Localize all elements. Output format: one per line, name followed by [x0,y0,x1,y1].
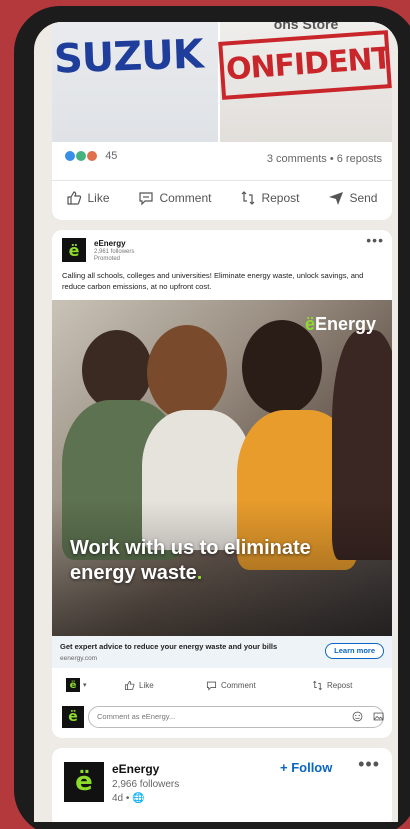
globe-icon: 🌐 [132,793,145,804]
company-meta: 2,961 followers Promoted [94,249,134,263]
like-button[interactable]: Like [124,680,154,691]
send-label: Send [349,190,378,205]
thumbs-up-icon [124,680,135,691]
post-time-text: 4d • [112,793,130,804]
hero-brand-mark: ë [304,314,315,334]
confidential-stamp: ONFIDENTIAL [218,30,392,100]
follow-button[interactable]: + Follow [280,760,332,775]
repost-button[interactable]: Repost [312,680,352,691]
like-button[interactable]: Like [66,190,110,206]
post-image-left[interactable]: SUZUK [52,22,218,142]
follower-count: 2,961 followers [94,249,135,255]
hero-headline-period: . [196,562,203,584]
more-options-icon[interactable]: ••• [366,232,384,248]
comment-tools [352,711,384,722]
comment-icon [206,681,217,691]
student-figure [82,330,152,410]
send-icon [329,191,344,205]
repost-icon [313,680,322,691]
company-name[interactable]: eEnergy [94,239,126,248]
post-time: 4d • 🌐 [112,792,179,806]
comment-input[interactable]: Comment as eEnergy... [88,706,384,728]
hero-brand-text: Energy [314,314,376,334]
comment-row: ë Comment as eEnergy... [52,702,392,732]
send-button[interactable]: Send [328,190,377,206]
repost-label: Repost [327,681,353,690]
reaction-icons[interactable] [64,150,99,163]
phone-screen: SUZUK ons Store ONFIDENTIAL 45 3 comment… [34,22,398,822]
promoted-label: Promoted [94,256,121,262]
post-text: Calling all schools, colleges and univer… [62,271,364,291]
company-name[interactable]: eEnergy [112,762,159,776]
learn-more-button[interactable]: Learn more [325,643,384,659]
reaction-count[interactable]: 45 [105,150,117,162]
company-logo[interactable]: ë [64,762,104,802]
ad-cta-bar[interactable]: Get expert advice to reduce your energy … [52,636,392,668]
post-actions-2: ë ▾ Like Comment Repost [52,674,392,698]
company-card: ë eEnergy 2,966 followers 4d • 🌐 + Follo… [52,748,392,822]
hero-brand-logo: ëEnergy [305,314,376,335]
post-card-2: ë eEnergy 2,961 followers Promoted ••• C… [52,230,392,738]
reactions-row: 45 3 comments • 6 reposts [64,150,382,170]
account-logo: ë [66,678,80,692]
post-card-1: SUZUK ons Store ONFIDENTIAL 45 3 comment… [52,22,392,220]
comment-button[interactable]: Comment [206,680,256,691]
ad-hero-image[interactable]: ëEnergy Work with us to eliminate energy… [52,300,392,636]
account-switcher[interactable]: ë ▾ [66,678,87,692]
company-logo[interactable]: ë [62,238,86,262]
comment-label: Comment [221,681,256,690]
store-sign-text: ons Store [273,22,339,32]
repost-button[interactable]: Repost [240,190,299,206]
cta-title: Get expert advice to reduce your energy … [60,642,278,651]
thumbs-up-icon [67,190,82,205]
like-label: Like [87,190,110,205]
love-reaction-icon [86,150,99,163]
hero-headline-text: Work with us to eliminate energy waste [70,537,311,584]
post-actions-1: Like Comment Repost Send [52,180,392,214]
cta-url: eenergy.com [60,655,98,662]
suzuki-sign-text: SUZUK [53,31,204,83]
comment-label: Comment [159,190,212,205]
comment-button[interactable]: Comment [138,190,211,206]
commenter-avatar: ë [62,706,84,728]
like-label: Like [139,681,154,690]
post-image-right[interactable]: ons Store ONFIDENTIAL [218,22,392,142]
comments-reposts-count[interactable]: 3 comments • 6 reposts [267,153,382,165]
comment-icon [139,191,154,205]
more-options-icon[interactable]: ••• [358,754,380,775]
company-meta: 2,966 followers 4d • 🌐 [112,778,179,806]
chevron-down-icon: ▾ [83,682,87,689]
repost-icon [242,190,255,205]
hero-headline: Work with us to eliminate energy waste. [70,536,380,586]
repost-label: Repost [261,190,300,205]
emoji-icon[interactable] [352,711,363,722]
student-figure [147,325,227,420]
image-icon[interactable] [373,711,384,722]
follower-count: 2,966 followers [112,779,180,790]
